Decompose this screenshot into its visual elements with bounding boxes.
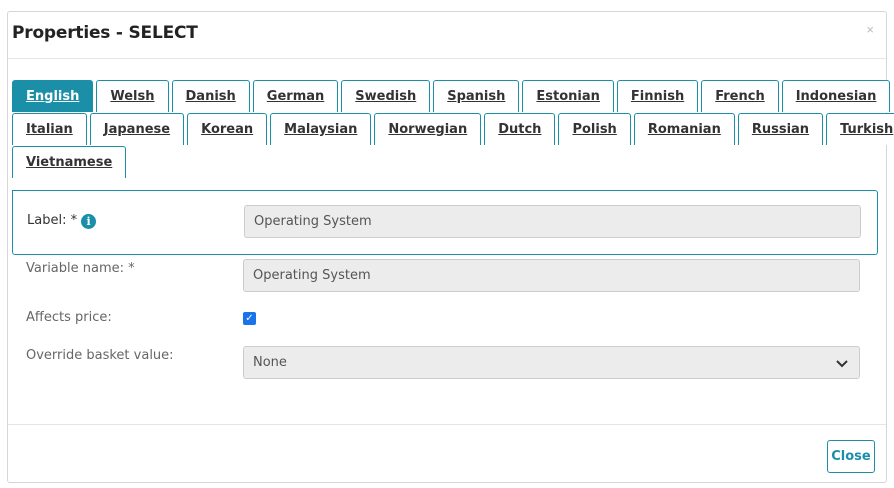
info-icon[interactable]: i xyxy=(81,214,97,229)
close-button[interactable]: Close xyxy=(827,440,875,473)
tab-spanish[interactable]: Spanish xyxy=(433,80,520,112)
tab-russian[interactable]: Russian xyxy=(737,113,824,145)
variable-name-label: Variable name: * xyxy=(26,261,135,276)
tab-romanian[interactable]: Romanian xyxy=(633,113,735,145)
tab-english[interactable]: English xyxy=(12,80,94,112)
tab-japanese[interactable]: Japanese xyxy=(89,113,185,145)
affects-price-label: Affects price: xyxy=(26,310,112,325)
tab-italian[interactable]: Italian xyxy=(12,113,87,145)
tab-french[interactable]: French xyxy=(701,80,779,112)
close-icon[interactable]: × xyxy=(866,22,874,37)
tab-welsh[interactable]: Welsh xyxy=(96,80,169,112)
tab-malaysian[interactable]: Malaysian xyxy=(270,113,372,145)
tab-norwegian[interactable]: Norwegian xyxy=(374,113,482,145)
tab-korean[interactable]: Korean xyxy=(187,113,268,145)
tab-estonian[interactable]: Estonian xyxy=(522,80,614,112)
dialog-title: Properties - SELECT xyxy=(12,23,198,43)
tab-dutch[interactable]: Dutch xyxy=(484,113,556,145)
language-tabs: English Welsh Danish German Swedish Spanish Es… xyxy=(12,79,894,178)
tab-finnish[interactable]: Finnish xyxy=(616,80,699,112)
dialog-header: Properties - SELECT × xyxy=(8,12,886,59)
tab-vietnamese[interactable]: Vietnamese xyxy=(12,146,127,178)
tab-indonesian[interactable]: Indonesian xyxy=(781,80,891,112)
properties-dialog: Properties - SELECT × English Welsh Danish… xyxy=(7,11,894,483)
tab-turkish[interactable]: Turkish xyxy=(826,113,894,145)
tab-german[interactable]: German xyxy=(252,80,339,112)
tab-danish[interactable]: Danish xyxy=(171,80,250,112)
tab-panel: Label: * i Operating System xyxy=(12,190,878,255)
label-field-text: Label: * xyxy=(27,213,78,228)
tab-row-3: Vietnamese xyxy=(12,145,878,178)
override-basket-value: None xyxy=(253,355,287,370)
override-basket-label: Override basket value: xyxy=(26,348,174,363)
tab-swedish[interactable]: Swedish xyxy=(341,80,431,112)
label-field-label: Label: * i xyxy=(27,213,97,229)
tab-polish[interactable]: Polish xyxy=(558,113,631,145)
footer-divider xyxy=(8,424,886,425)
label-input[interactable]: Operating System xyxy=(244,205,861,238)
tab-row-1: English Welsh Danish German Swedish Spanish Es… xyxy=(12,79,891,112)
chevron-down-icon xyxy=(836,360,848,368)
variable-name-input[interactable]: Operating System xyxy=(243,259,860,292)
override-basket-select[interactable]: None xyxy=(243,346,860,379)
tab-row-2: Italian Japanese Korean Malaysian Norwegian D… xyxy=(12,112,894,145)
affects-price-checkbox[interactable]: ✓ xyxy=(243,312,256,325)
